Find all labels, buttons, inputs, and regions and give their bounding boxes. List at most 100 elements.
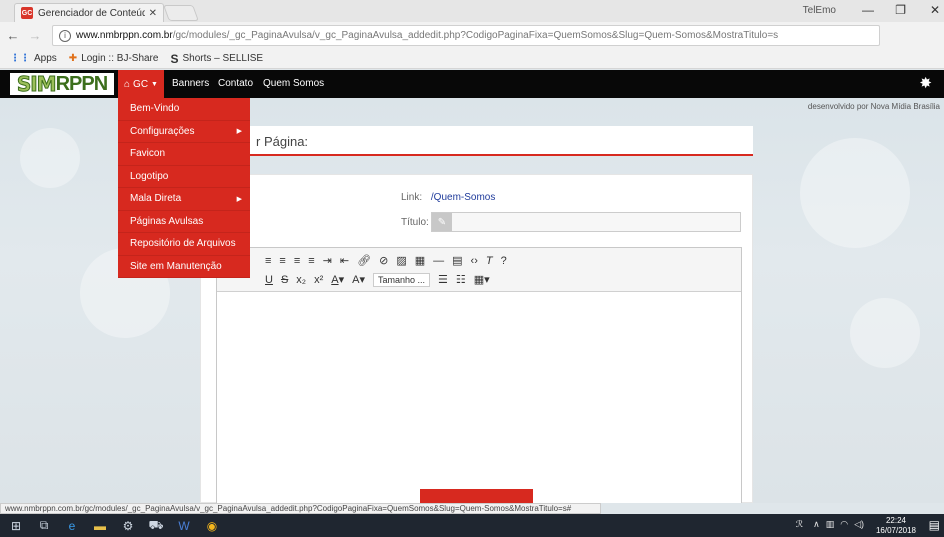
bookmark-bjshare[interactable]: ✚ Login :: BJ-Share [69,53,159,64]
menu-item-bem-vindo[interactable]: Bem-Vindo [118,98,250,121]
decor-bubble [800,138,910,248]
menu-item-paginas-avulsas[interactable]: Páginas Avulsas [118,211,250,233]
tab-title: Gerenciador de Conteúdo [38,7,145,19]
table-icon[interactable]: ▤ [452,254,462,267]
strikethrough-icon[interactable]: S [281,274,288,286]
bookmark-label: Login :: BJ-Share [81,53,159,64]
caret-down-icon: ▼ [151,80,158,88]
forward-icon[interactable]: → [26,28,44,43]
decor-bubble [850,298,920,368]
url-input[interactable]: i www.nmbrppn.com.br /gc/modules/_gc_Pag… [52,25,880,46]
indent-icon[interactable]: ⇥ [323,254,332,267]
font-size-select[interactable]: Tamanho ... [372,272,431,287]
unlink-icon[interactable]: ⊘ [379,254,388,267]
subscript-icon[interactable]: x₂ [296,274,306,286]
title-input[interactable]: ✎ [431,212,741,232]
media-icon[interactable]: ▦ [415,254,425,267]
outdent-icon[interactable]: ⇤ [340,254,349,267]
editor-toolbar: ≡ ≡ ≡ ≡ ⇥ ⇤ 🔗︎ ⊘ ▨ ▦ — ▤ ‹› T ? U S x₂ x… [217,248,741,292]
chrome-icon[interactable]: ◉ [200,514,224,537]
source-code-icon[interactable]: ‹› [471,255,478,267]
menu-item-manutencao[interactable]: Site em Manutenção [118,256,250,278]
store-icon[interactable]: ⛟ [144,514,168,537]
back-icon[interactable]: ← [4,28,22,43]
new-tab-button[interactable] [163,5,199,21]
help-icon[interactable]: ? [501,255,507,267]
menu-item-label: Páginas Avulsas [130,215,204,227]
bullet-list-icon[interactable]: ☰ [438,273,448,286]
menu-item-label: Site em Manutenção [130,260,222,272]
menu-item-favicon[interactable]: Favicon [118,143,250,166]
restore-icon[interactable]: ❐ [895,3,906,17]
url-path: /gc/modules/_gc_PaginaAvulsa/v_gc_Pagina… [172,30,779,41]
task-view-icon[interactable]: ⧉ [32,514,56,537]
windows-start-icon[interactable]: ⊞ [4,514,28,537]
menu-item-configuracoes[interactable]: Configurações ▶ [118,121,250,143]
nav-banners[interactable]: Banners [172,78,209,89]
nav-gc-label: GC [133,78,149,90]
nav-gc-button[interactable]: ⌂ GC ▼ [118,70,164,98]
clock-date: 16/07/2018 [875,526,916,535]
wifi-icon[interactable]: ◠ [840,519,848,530]
horizontal-rule-icon[interactable]: — [433,255,444,267]
bookmark-apps[interactable]: ⋮⋮ Apps [10,53,57,64]
caret-right-icon: ▶ [236,195,242,203]
minimize-icon[interactable]: — [862,3,874,17]
bookmarks-bar: ⋮⋮ Apps ✚ Login :: BJ-Share S Shorts – S… [0,49,944,69]
menu-item-mala-direta[interactable]: Mala Direta ▶ [118,188,250,211]
align-justify-icon[interactable]: ≡ [308,255,314,267]
info-icon[interactable]: i [59,29,71,42]
network-icon[interactable]: ▥ [826,519,835,530]
system-tray: ℛ ∧ ▥ ◠ ◁) [796,519,864,530]
volume-icon[interactable]: ◁) [854,519,864,530]
nav-contato[interactable]: Contato [218,78,253,89]
menu-item-label: Repositório de Arquivos [130,238,236,250]
link-icon[interactable]: 🔗︎ [357,254,371,267]
browser-tab-strip: GC Gerenciador de Conteúdo ✕ TelEmo — ❐ … [0,0,944,22]
clear-format-icon[interactable]: T [486,255,493,267]
menu-item-repositorio[interactable]: Repositório de Arquivos [118,233,250,256]
logo-text-1: SIM [16,72,57,97]
bookmark-sellise[interactable]: S Shorts – SELLISE [170,52,263,66]
close-window-icon[interactable]: ✕ [930,3,940,17]
text-color-icon[interactable]: A▾ [331,273,344,286]
grid-icon[interactable]: ▦▾ [474,273,490,286]
image-icon[interactable]: ▨ [396,254,406,267]
clock[interactable]: 22:24 16/07/2018 [876,516,916,536]
site-logo[interactable]: SIM RPPN [10,72,114,97]
people-icon[interactable]: ℛ [796,519,803,530]
tray-expand-icon[interactable]: ∧ [813,519,820,530]
settings-icon[interactable]: ⚙ [116,514,140,537]
align-center-icon[interactable]: ≡ [279,255,285,267]
caret-right-icon: ▶ [236,128,242,136]
nav-quem-somos[interactable]: Quem Somos [263,78,324,89]
link-value[interactable]: /Quem-Somos [431,192,495,203]
underline-icon[interactable]: U [265,274,273,286]
gear-icon[interactable]: ✸ [919,74,932,92]
browser-tab[interactable]: GC Gerenciador de Conteúdo ✕ [14,3,164,22]
rich-text-editor[interactable]: ≡ ≡ ≡ ≡ ⇥ ⇤ 🔗︎ ⊘ ▨ ▦ — ▤ ‹› T ? U S x₂ x… [216,247,742,503]
menu-item-label: Mala Direta [130,193,182,205]
numbered-list-icon[interactable]: ☷ [456,273,466,286]
edge-icon[interactable]: e [60,514,84,537]
save-button[interactable] [420,489,533,503]
align-right-icon[interactable]: ≡ [294,255,300,267]
link-label: Link: [401,192,423,203]
superscript-icon[interactable]: x² [314,274,323,286]
form-panel: Link: /Quem-Somos Título: ✎ ≡ ≡ ≡ ≡ ⇥ ⇤ … [200,174,753,503]
close-tab-icon[interactable]: ✕ [149,8,157,19]
bookmark-label: Shorts – SELLISE [182,53,264,64]
notification-icon[interactable]: ▤ [929,518,940,532]
menu-item-logotipo[interactable]: Logotipo [118,166,250,188]
bjshare-icon: ✚ [68,53,78,64]
align-left-icon[interactable]: ≡ [265,255,271,267]
word-icon[interactable]: W [172,514,196,537]
file-explorer-icon[interactable]: ▬ [88,514,112,537]
bg-color-icon[interactable]: A▾ [352,273,365,286]
developer-credit[interactable]: desenvolvido por Nova Mídia Brasília [808,102,940,111]
link-row: Link: /Quem-Somos [401,192,495,203]
page-title: r Página: [200,126,753,156]
url-host: www.nmbrppn.com.br [76,30,173,41]
menu-item-label: Favicon [130,148,166,160]
window-user[interactable]: TelEmo [803,5,836,16]
